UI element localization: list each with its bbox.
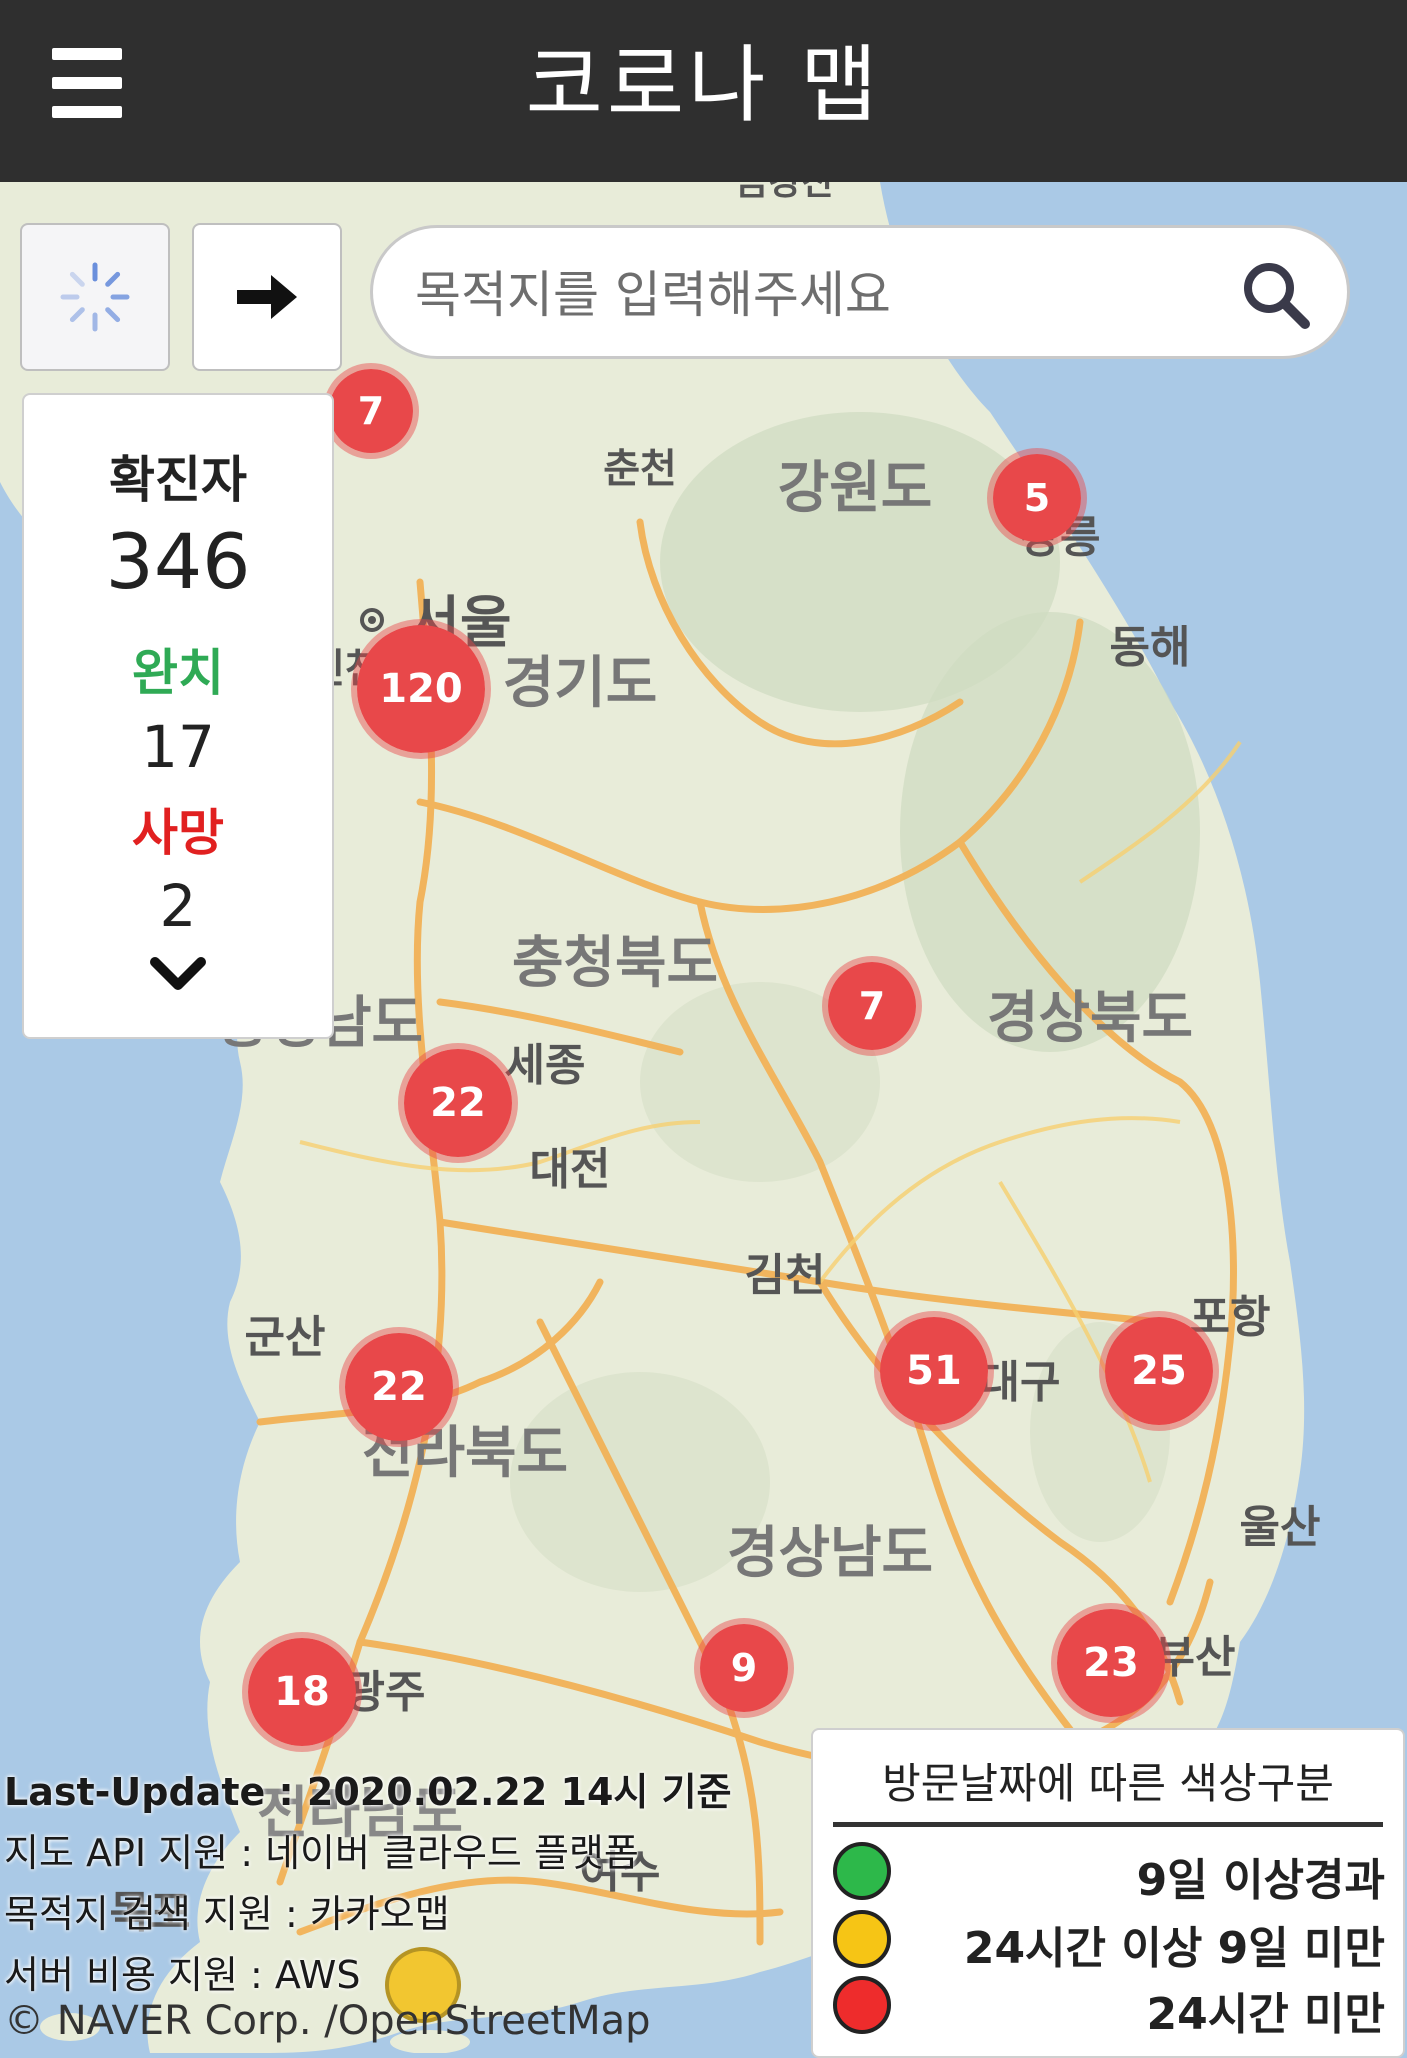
map-copyright[interactable]: © NAVER Corp. /OpenStreetMap [4, 1998, 651, 2044]
search-box[interactable] [370, 225, 1350, 359]
search-api-credit: 목적지 검색 지원 : 카카오맵 [4, 1892, 450, 1936]
place-label: 대전 [530, 1144, 611, 1195]
place-label: 충청북도 [512, 931, 718, 996]
legend-label: 9일 이상경과 [1136, 1855, 1385, 1906]
stats-panel: 확진자 346 완치 17 사망 2 [22, 393, 334, 1039]
place-label: 경상남도 [727, 1521, 933, 1586]
last-update-text: Last-Update : 2020.02.22 14시 기준 [4, 1770, 732, 1814]
place-label: 춘천 [603, 446, 677, 492]
legend-label: 24시간 이상 9일 미만 [963, 1923, 1385, 1974]
legend-title: 방문날짜에 따른 색상구분 [882, 1759, 1334, 1808]
credits: Last-Update : 2020.02.22 14시 기준 지도 API 지… [4, 1762, 732, 2006]
place-label: 금강산 [735, 182, 834, 203]
top-bar: 코로나 맵 [0, 0, 1407, 182]
legend-dot-green [833, 1842, 891, 1900]
place-label: 세종 [505, 1040, 586, 1091]
place-label: 군산 [245, 1312, 326, 1363]
color-legend: 방문날짜에 따른 색상구분 9일 이상경과 24시간 이상 9일 미만 24시간… [811, 1728, 1405, 2058]
case-cluster-marker[interactable]: 18 [242, 1632, 362, 1752]
recovered-count: 17 [141, 713, 215, 781]
loading-spinner-icon [60, 262, 130, 332]
recovered-label: 완치 [132, 644, 224, 702]
app-title: 코로나 맵 [525, 36, 882, 134]
case-cluster-marker[interactable]: 51 [874, 1311, 994, 1431]
case-cluster-marker[interactable]: 7 [323, 363, 419, 459]
place-label: 김천 [745, 1250, 826, 1301]
deaths-count: 2 [159, 872, 197, 940]
legend-dot-yellow [833, 1910, 891, 1968]
legend-label: 24시간 미만 [1146, 1989, 1385, 2040]
case-cluster-marker[interactable]: 9 [694, 1618, 794, 1718]
chevron-down-icon[interactable] [150, 957, 206, 993]
search-icon[interactable] [1241, 260, 1311, 330]
place-label: 경상북도 [987, 986, 1193, 1051]
case-cluster-marker[interactable]: 23 [1051, 1603, 1171, 1723]
case-cluster-marker[interactable]: 22 [339, 1327, 459, 1447]
confirmed-count: 346 [105, 517, 251, 606]
loading-spinner-button[interactable] [20, 223, 170, 371]
place-label: 울산 [1240, 1502, 1321, 1553]
case-cluster-marker[interactable]: 7 [822, 956, 922, 1056]
case-cluster-marker[interactable]: 5 [987, 448, 1087, 548]
arrow-right-icon [237, 275, 297, 319]
search-input[interactable] [413, 254, 1217, 336]
map-api-credit: 지도 API 지원 : 네이버 클라우드 플랫폼 [4, 1831, 639, 1875]
confirmed-label: 확진자 [109, 451, 247, 509]
legend-dot-red [833, 1976, 891, 2034]
arrow-button[interactable] [192, 223, 342, 371]
legend-divider [833, 1822, 1383, 1827]
place-label: 동해 [1110, 622, 1191, 673]
deaths-label: 사망 [132, 804, 224, 862]
case-cluster-marker[interactable]: 25 [1099, 1311, 1219, 1431]
place-label: 강원도 [778, 456, 933, 521]
case-cluster-marker[interactable]: 22 [398, 1043, 518, 1163]
place-label: 경기도 [503, 651, 658, 716]
case-cluster-marker[interactable]: 120 [351, 619, 491, 759]
server-credit: 서버 비용 지원 : AWS [4, 1953, 361, 1997]
